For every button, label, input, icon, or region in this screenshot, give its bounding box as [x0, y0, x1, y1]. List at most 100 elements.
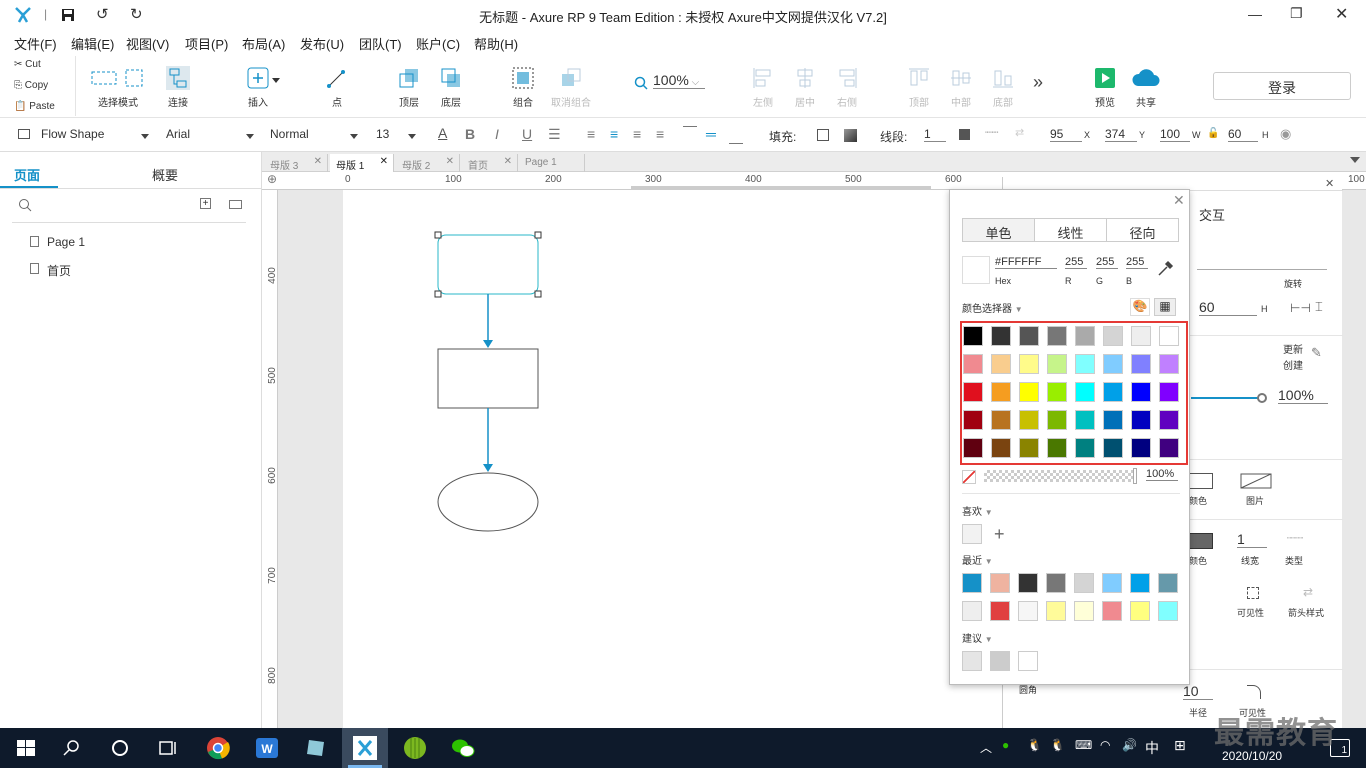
- color-swatch[interactable]: [962, 651, 982, 671]
- color-swatch[interactable]: [963, 382, 983, 402]
- border-color-box[interactable]: [1189, 533, 1213, 549]
- align-text-justify-icon[interactable]: ≡: [656, 126, 664, 142]
- align-bottom-button[interactable]: 底部: [973, 66, 1033, 109]
- underline-icon[interactable]: U: [522, 126, 532, 142]
- color-swatch[interactable]: [1130, 573, 1150, 593]
- color-swatch[interactable]: [991, 438, 1011, 458]
- line-style-icon[interactable]: ┈┈: [985, 126, 998, 139]
- color-swatch[interactable]: [1159, 410, 1179, 430]
- color-swatch[interactable]: [1103, 438, 1123, 458]
- copy-button[interactable]: ⎘ Copy: [14, 80, 48, 91]
- search-icon[interactable]: [60, 736, 84, 760]
- color-swatch[interactable]: [963, 438, 983, 458]
- height-input[interactable]: 60: [1228, 127, 1258, 142]
- align-text-center-icon[interactable]: ≡: [610, 126, 618, 142]
- color-swatch[interactable]: [1102, 601, 1122, 621]
- font-size-select[interactable]: 13: [376, 124, 416, 146]
- tray-qq-icon[interactable]: 🐧: [1027, 738, 1042, 752]
- color-swatch[interactable]: [1019, 410, 1039, 430]
- fill-color-swatch[interactable]: [817, 129, 829, 141]
- share-button[interactable]: 共享: [1116, 66, 1176, 109]
- insert-dropdown-icon[interactable]: [272, 78, 280, 83]
- align-right-button[interactable]: 右侧: [817, 66, 877, 109]
- close-button[interactable]: ✕: [1335, 4, 1348, 24]
- close-icon[interactable]: ✕: [1325, 177, 1334, 190]
- valign-middle-icon[interactable]: ═: [706, 126, 716, 142]
- tab-interactions[interactable]: 交互: [1199, 205, 1225, 224]
- width-input[interactable]: 100: [1160, 127, 1190, 142]
- minimize-button[interactable]: —: [1248, 6, 1262, 22]
- color-swatch[interactable]: [1075, 382, 1095, 402]
- search-icon[interactable]: [18, 198, 32, 212]
- color-swatch[interactable]: [962, 601, 982, 621]
- color-swatch[interactable]: [1018, 651, 1038, 671]
- color-swatch[interactable]: [1131, 382, 1151, 402]
- color-swatch[interactable]: [991, 354, 1011, 374]
- swatches-icon[interactable]: ▦: [1154, 298, 1176, 316]
- eyedropper-icon[interactable]: [1156, 260, 1174, 278]
- opacity-handle[interactable]: [1133, 468, 1137, 484]
- close-icon[interactable]: ✕: [380, 156, 388, 167]
- paste-button[interactable]: 📋 Paste: [14, 101, 55, 112]
- color-swatch[interactable]: [1075, 410, 1095, 430]
- tray-wechat-icon[interactable]: ●: [1002, 738, 1009, 752]
- align-text-right-icon[interactable]: ≡: [633, 126, 641, 142]
- tray-expand-icon[interactable]: ︿: [980, 739, 992, 756]
- close-icon[interactable]: ✕: [314, 156, 322, 167]
- color-swatch[interactable]: [963, 326, 983, 346]
- resize-handle[interactable]: [534, 231, 542, 239]
- color-swatch[interactable]: [963, 354, 983, 374]
- opacity-slider-handle[interactable]: [1257, 393, 1267, 403]
- valign-bottom-icon[interactable]: ⎽: [729, 128, 743, 145]
- favorite-swatch[interactable]: [962, 524, 982, 544]
- fill-color-box[interactable]: [1189, 473, 1213, 489]
- ime-layout-icon[interactable]: ⊞: [1174, 737, 1186, 754]
- tab-master-1[interactable]: 母版 1 ✕: [330, 154, 394, 172]
- color-swatch[interactable]: [991, 410, 1011, 430]
- text-color-icon[interactable]: A: [438, 125, 447, 141]
- close-icon[interactable]: ✕: [1173, 192, 1185, 209]
- color-swatch[interactable]: [1103, 382, 1123, 402]
- x-input[interactable]: 95: [1050, 127, 1082, 142]
- maximize-button[interactable]: ❐: [1290, 5, 1303, 22]
- color-swatch[interactable]: [1159, 438, 1179, 458]
- color-swatch[interactable]: [1047, 438, 1067, 458]
- close-icon[interactable]: ✕: [446, 156, 454, 167]
- color-swatch[interactable]: [1075, 354, 1095, 374]
- wps-icon[interactable]: W: [255, 736, 279, 760]
- add-page-icon[interactable]: +: [200, 198, 211, 209]
- task-view-icon[interactable]: [156, 736, 180, 760]
- fill-image-icon[interactable]: [1240, 473, 1272, 489]
- bold-icon[interactable]: B: [465, 126, 475, 142]
- font-family-select[interactable]: Arial: [166, 124, 254, 146]
- valign-top-icon[interactable]: ⎺: [683, 124, 697, 141]
- tab-solid-color[interactable]: 单色: [962, 218, 1035, 242]
- fit-height-icon[interactable]: ⌶: [1315, 299, 1323, 315]
- wifi-icon[interactable]: ◠: [1100, 738, 1110, 752]
- axure-app-icon[interactable]: [353, 736, 377, 760]
- color-swatch[interactable]: [1159, 326, 1179, 346]
- tab-page-1[interactable]: Page 1: [519, 154, 585, 172]
- opacity-input[interactable]: 100%: [1278, 387, 1328, 404]
- point-button[interactable]: 点: [307, 66, 367, 109]
- color-swatch[interactable]: [963, 410, 983, 430]
- color-swatch[interactable]: [1074, 601, 1094, 621]
- rounded-rect-shape[interactable]: [437, 234, 539, 295]
- ime-indicator[interactable]: 中: [1145, 738, 1159, 758]
- lock-icon[interactable]: 🔓: [1207, 128, 1219, 139]
- menu-publish[interactable]: 发布(U): [300, 34, 344, 53]
- line-weight-input[interactable]: 1: [924, 127, 946, 142]
- cut-button[interactable]: ✂ Cut: [14, 59, 41, 70]
- page-item-home[interactable]: 首页: [47, 262, 71, 279]
- notes-app-icon[interactable]: [304, 736, 328, 760]
- color-swatch[interactable]: [1103, 326, 1123, 346]
- line-color-swatch[interactable]: [959, 129, 970, 140]
- color-swatch[interactable]: [1074, 573, 1094, 593]
- border-type-icon[interactable]: ┈┈┈: [1287, 533, 1303, 544]
- color-swatch[interactable]: [1047, 354, 1067, 374]
- blue-input[interactable]: 255: [1126, 256, 1148, 269]
- color-swatch[interactable]: [1130, 601, 1150, 621]
- arrow-style-icon[interactable]: ⇄: [1303, 585, 1313, 599]
- tray-qq2-icon[interactable]: 🐧: [1050, 738, 1065, 752]
- select-mode-button[interactable]: 选择模式: [88, 66, 148, 109]
